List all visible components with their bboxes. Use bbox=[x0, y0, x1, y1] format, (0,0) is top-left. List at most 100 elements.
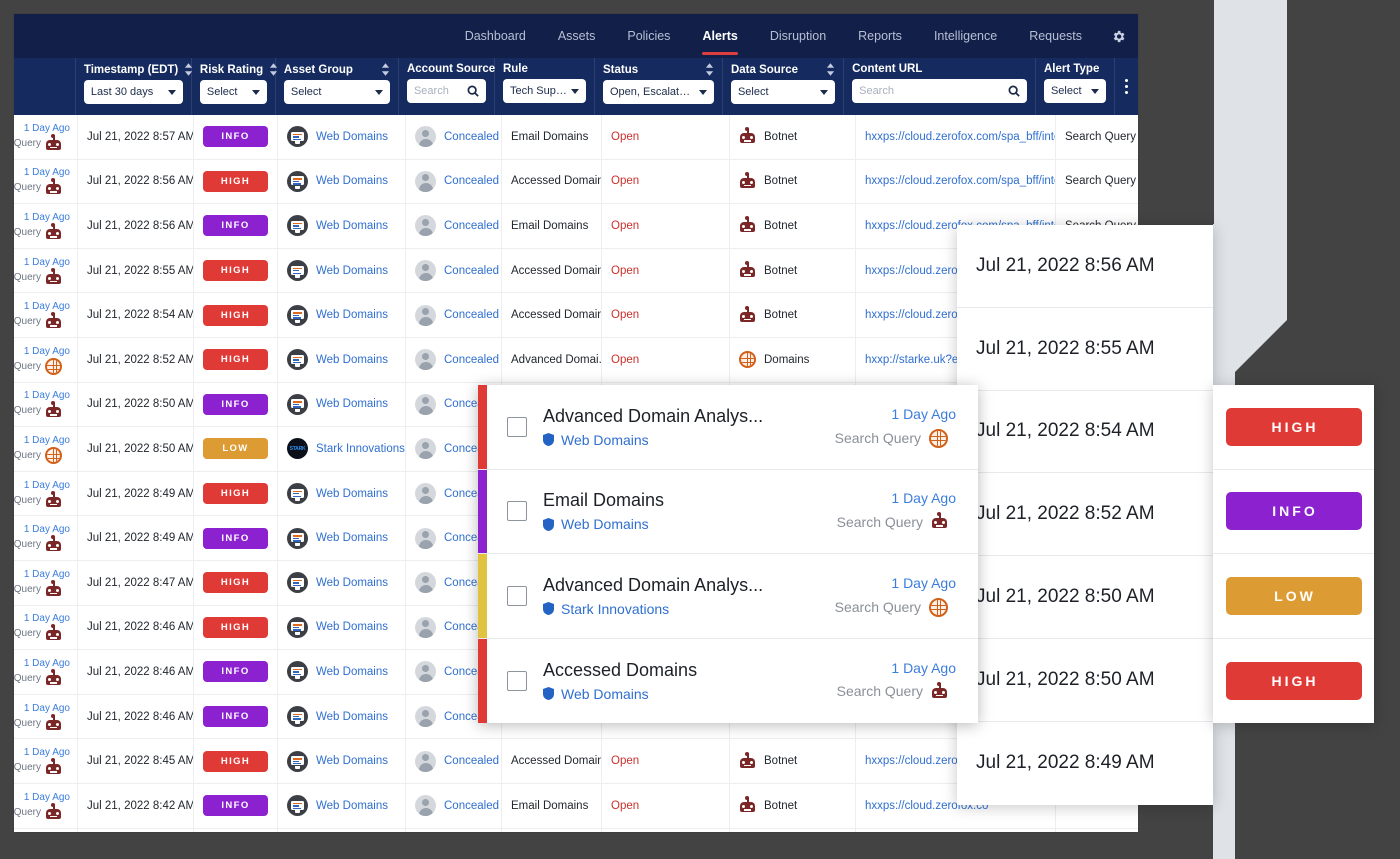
nav-item-dashboard[interactable]: Dashboard bbox=[449, 14, 542, 58]
filter-datasource-select[interactable]: Select bbox=[730, 80, 836, 104]
account-source-link[interactable]: Concealed bbox=[444, 175, 499, 187]
alert-detail-row[interactable]: Advanced Domain Analys... Stark Innovatio… bbox=[478, 554, 978, 639]
row-checkbox[interactable] bbox=[507, 501, 527, 522]
filter-bar: Timestamp (EDT) Last 30 days Risk Rating Se… bbox=[14, 58, 1138, 115]
age-source: Search Query bbox=[14, 758, 70, 776]
alert-detail-row[interactable]: Accessed Domains Web Domains 1 Day Ago Sear… bbox=[478, 638, 978, 723]
filter-timestamp-select[interactable]: Last 30 days bbox=[83, 80, 183, 104]
avatar-icon bbox=[415, 215, 436, 237]
asset-group-link[interactable]: Web Domains bbox=[316, 265, 388, 277]
column-header-asset: Asset Group Select bbox=[276, 58, 399, 115]
account-source-link[interactable]: Concealed bbox=[444, 755, 499, 767]
row-checkbox[interactable] bbox=[507, 585, 527, 606]
cell-timestamp: Jul 21, 2022 8:42 AM bbox=[78, 783, 194, 828]
cell-age: 1 Day Ago Search Query bbox=[14, 783, 78, 828]
more-options-icon[interactable] bbox=[1115, 58, 1138, 115]
content-url-link[interactable]: hxxps://cloud.zerofox.com/spa_bff/intela… bbox=[865, 131, 1055, 143]
cell-status: Open bbox=[602, 292, 730, 338]
asset-group-link[interactable]: Web Domains bbox=[316, 755, 388, 767]
filter-url-input[interactable]: Search bbox=[852, 79, 1027, 103]
search-icon[interactable] bbox=[467, 85, 479, 97]
column-title-text: Status bbox=[602, 63, 639, 76]
asset-group-link[interactable]: Web Domains bbox=[316, 800, 388, 812]
nav-item-alerts[interactable]: Alerts bbox=[686, 14, 753, 58]
asset-group-link[interactable]: Stark Innovations bbox=[316, 443, 405, 455]
nav-item-assets[interactable]: Assets bbox=[542, 14, 612, 58]
filter-status-select[interactable]: Open, Escalated, Inv... bbox=[602, 80, 714, 104]
age-label: 1 Day Ago bbox=[23, 791, 70, 803]
gear-icon[interactable] bbox=[1098, 14, 1138, 58]
nav-item-disruption[interactable]: Disruption bbox=[754, 14, 842, 58]
asset-group-link[interactable]: Web Domains bbox=[316, 220, 388, 232]
nav-item-intelligence[interactable]: Intelligence bbox=[918, 14, 1013, 58]
account-source-link[interactable]: Concealed bbox=[444, 354, 499, 366]
filter-rule-select[interactable]: Tech Support ... bbox=[502, 79, 586, 103]
account-source-link[interactable]: Concealed bbox=[444, 220, 499, 232]
alert-asset-group[interactable]: Web Domains bbox=[543, 516, 664, 532]
asset-group-link[interactable]: Web Domains bbox=[316, 354, 388, 366]
asset-group-link[interactable]: Web Domains bbox=[316, 309, 388, 321]
alert-detail-row[interactable]: Email Domains Web Domains 1 Day Ago Search … bbox=[478, 469, 978, 554]
asset-group-link[interactable]: Web Domains bbox=[316, 398, 388, 410]
table-row[interactable]: 1 Day Ago Search Query Jul 21, 2022 8:56 A… bbox=[14, 159, 1138, 205]
age-label: 1 Day Ago bbox=[23, 568, 70, 580]
cell-data-source: Botnet bbox=[730, 203, 856, 249]
asset-group-link[interactable]: Web Domains bbox=[316, 666, 388, 678]
filter-alerttype-select[interactable]: Select bbox=[1043, 79, 1107, 103]
avatar-icon bbox=[415, 126, 436, 148]
alert-detail-right: 1 Day Ago Search Query bbox=[837, 490, 956, 532]
monitor-icon bbox=[287, 661, 308, 683]
age-label: 1 Day Ago bbox=[23, 122, 70, 134]
row-checkbox[interactable] bbox=[507, 416, 527, 437]
sort-icon[interactable] bbox=[826, 63, 835, 76]
filter-value: Tech Support ... bbox=[509, 85, 567, 97]
bot-icon bbox=[45, 401, 62, 419]
asset-group-link[interactable]: Web Domains bbox=[316, 711, 388, 723]
cell-timestamp: Jul 21, 2022 8:46 AM bbox=[78, 605, 194, 650]
alert-detail-row[interactable]: Advanced Domain Analys... Web Domains 1 Da… bbox=[478, 385, 978, 470]
cell-asset-group: Web Domains bbox=[278, 337, 406, 383]
alert-asset-group-label: Web Domains bbox=[561, 685, 649, 702]
account-source-link[interactable]: Concealed bbox=[444, 800, 499, 812]
filter-account-input[interactable]: Search bbox=[406, 79, 486, 103]
account-source-link[interactable]: Concealed bbox=[444, 309, 499, 321]
alert-asset-group[interactable]: Web Domains bbox=[543, 432, 763, 448]
asset-group-link[interactable]: Web Domains bbox=[316, 621, 388, 633]
data-source-value: Domains bbox=[764, 353, 810, 366]
table-row[interactable]: 1 Day Ago Search Query Jul 21, 2022 8:57 A… bbox=[14, 115, 1138, 160]
asset-group-link[interactable]: Web Domains bbox=[316, 131, 388, 143]
cell-age: 1 Day Ago Search Query bbox=[14, 738, 78, 784]
status-value: Open bbox=[611, 309, 640, 322]
column-header-rule: Rule Tech Support ... bbox=[495, 58, 595, 115]
asset-group-link[interactable]: Web Domains bbox=[316, 532, 388, 544]
account-source-link[interactable]: Concealed bbox=[444, 265, 499, 277]
table-row[interactable]: 1 Day AgoSearch Query bbox=[14, 828, 1138, 832]
cell-asset-group: Web Domains bbox=[278, 159, 406, 204]
filter-asset-select[interactable]: Select bbox=[283, 80, 390, 104]
nav-item-requests[interactable]: Requests bbox=[1013, 14, 1098, 58]
alert-detail-overlay[interactable]: Advanced Domain Analys... Web Domains 1 Da… bbox=[478, 385, 978, 723]
age-label: 1 Day Ago bbox=[23, 434, 70, 446]
cell-risk-rating: INFO bbox=[194, 515, 278, 561]
content-url-link[interactable]: hxxps://cloud.zerofox.com/spa_bff/intela… bbox=[865, 175, 1055, 187]
row-checkbox[interactable] bbox=[507, 670, 527, 691]
alert-asset-group[interactable]: Stark Innovations bbox=[543, 601, 763, 617]
search-icon[interactable] bbox=[1008, 85, 1020, 97]
asset-group-link[interactable]: Web Domains bbox=[316, 577, 388, 589]
sort-icon[interactable] bbox=[381, 63, 390, 76]
bot-icon bbox=[45, 579, 62, 598]
sort-icon[interactable] bbox=[705, 63, 714, 76]
alert-asset-group[interactable]: Web Domains bbox=[543, 686, 697, 702]
asset-group-link[interactable]: Web Domains bbox=[316, 488, 388, 500]
alert-source-label: Search Query bbox=[836, 683, 923, 700]
filter-risk-select[interactable]: Select bbox=[199, 80, 267, 104]
cell-rule: Email Domains bbox=[502, 203, 602, 249]
account-source-link[interactable]: Concealed bbox=[444, 131, 499, 143]
nav-item-reports[interactable]: Reports bbox=[842, 14, 918, 58]
nav-item-policies[interactable]: Policies bbox=[611, 14, 686, 58]
cell-asset-group: Web Domains bbox=[278, 382, 406, 427]
column-title-text: Risk Rating bbox=[199, 63, 264, 76]
asset-group-link[interactable]: Web Domains bbox=[316, 175, 388, 187]
cell-timestamp: Jul 21, 2022 8:54 AM bbox=[78, 292, 194, 338]
column-title-rule: Rule bbox=[503, 63, 586, 75]
